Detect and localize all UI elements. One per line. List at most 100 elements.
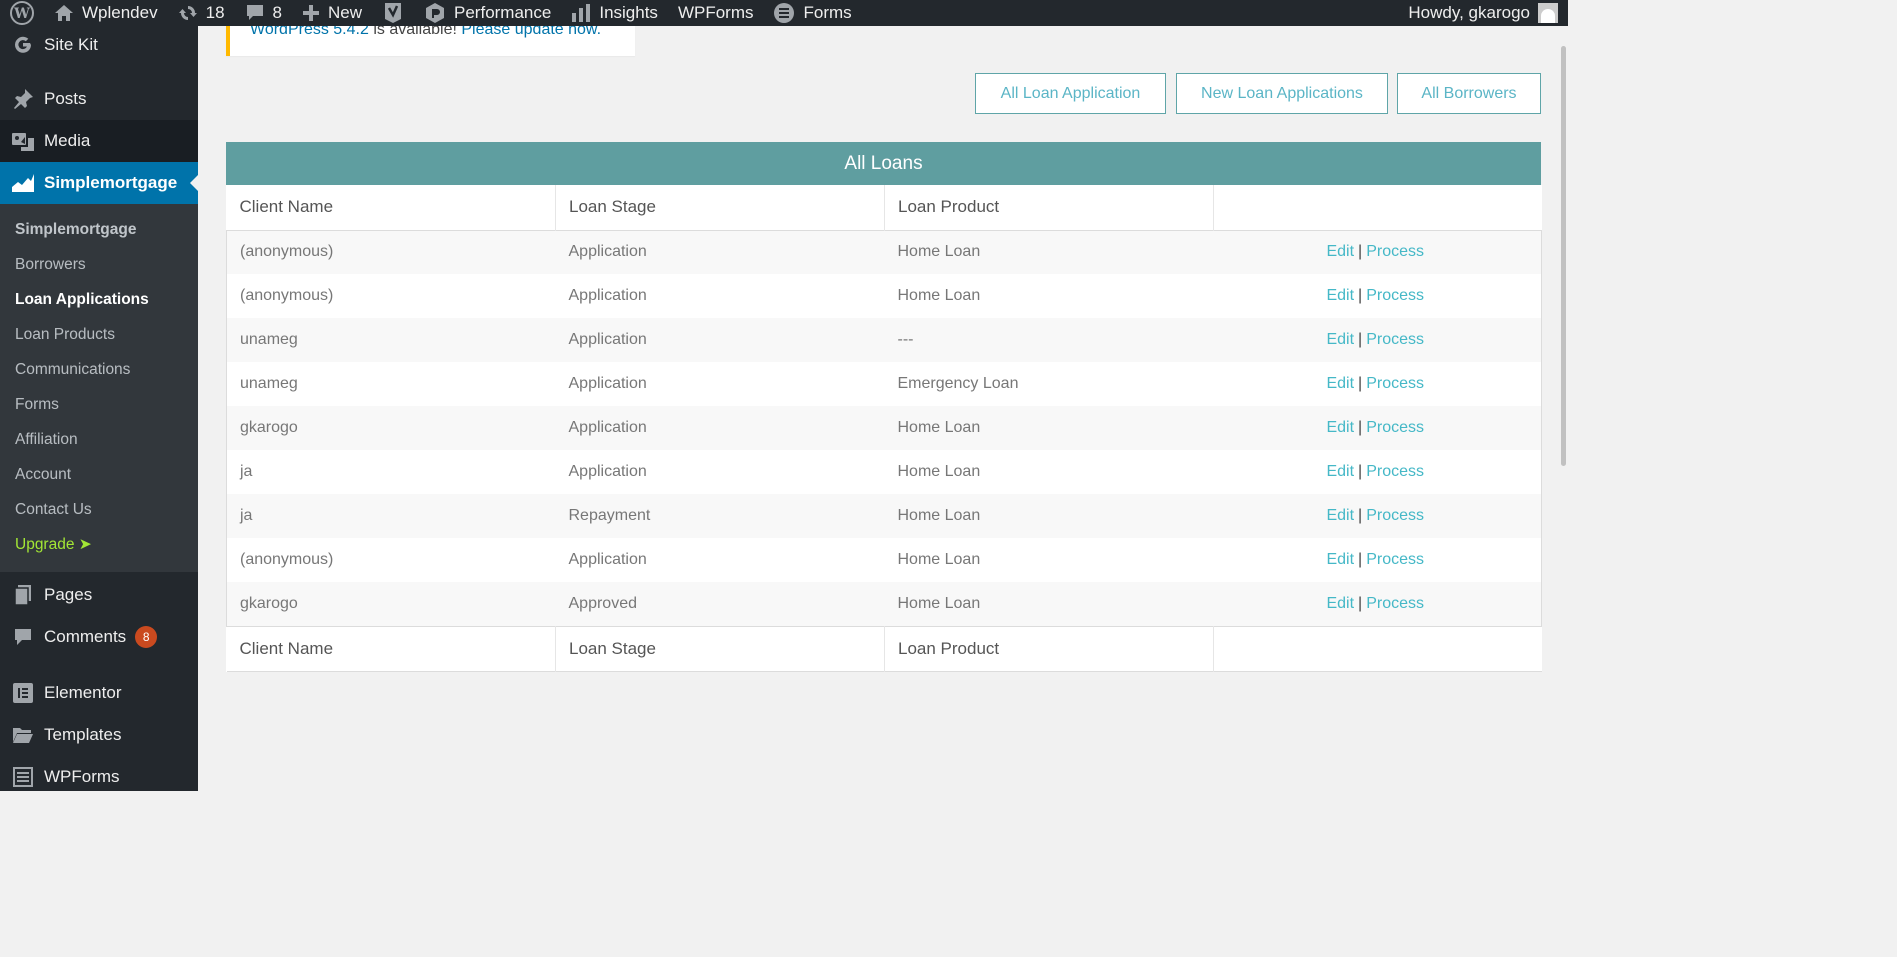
sidebar-label-posts: Posts [44, 89, 87, 108]
sidebar-item-posts[interactable]: Posts [0, 78, 198, 120]
table-row: gkarogo Application Home Loan Edit | Process [226, 406, 1542, 450]
process-link[interactable]: Process [1366, 287, 1424, 304]
loan-product-cell: Home Loan [897, 551, 981, 568]
wordpress-logo-button[interactable]: W [0, 0, 44, 26]
column-footer-actions [1214, 626, 1542, 671]
actions-cell: Edit | Process [1214, 274, 1542, 318]
actions-cell: Edit | Process [1214, 362, 1542, 406]
table-row: unameg Application --- Edit | Process [226, 318, 1542, 362]
edit-link[interactable]: Edit [1326, 419, 1354, 436]
sidebar-item-templates[interactable]: Templates [0, 714, 198, 756]
edit-link[interactable]: Edit [1326, 331, 1354, 348]
action-separator: | [1358, 375, 1363, 392]
pages-icon [14, 585, 31, 606]
table-row: unameg Application Emergency Loan Edit | Proc… [226, 362, 1542, 406]
sidebar-item-wpforms[interactable]: WPForms [0, 756, 198, 791]
sidebar-label-media: Media [44, 131, 91, 150]
edit-link[interactable]: Edit [1326, 463, 1354, 480]
google-g-icon [15, 36, 31, 53]
client-name-cell: unameg [240, 331, 298, 348]
wordpress-version-link[interactable]: WordPress 5.4.2 [250, 26, 369, 38]
comment-bubble-icon [246, 5, 263, 20]
edit-link[interactable]: Edit [1326, 507, 1354, 524]
loan-product-cell: Home Loan [897, 463, 981, 480]
submenu-item-contact-us[interactable]: Contact Us [0, 492, 198, 527]
sidebar-item-pages[interactable]: Pages [0, 574, 198, 616]
submenu-item-affiliation[interactable]: Affiliation [0, 422, 198, 457]
client-name-cell: (anonymous) [240, 551, 334, 568]
actions-cell: Edit | Process [1214, 406, 1542, 450]
loan-product-cell: --- [897, 331, 914, 348]
refresh-icon [178, 6, 197, 20]
table-footer-row: Client Name Loan Stage Loan Product [226, 626, 1542, 671]
sidebar-item-media[interactable]: Media [0, 120, 198, 162]
new-loan-applications-button[interactable]: New Loan Applications [1176, 73, 1388, 114]
column-header-loan-stage: Loan Stage [555, 185, 885, 230]
process-link[interactable]: Process [1366, 331, 1424, 348]
yoast-seo-link[interactable] [372, 0, 414, 26]
new-content-link[interactable]: New [292, 0, 372, 26]
forms-link[interactable]: Forms [763, 0, 861, 26]
submenu-item-borrowers[interactable]: Borrowers [0, 247, 198, 282]
pushpin-icon [14, 89, 33, 109]
performance-link[interactable]: Performance [414, 0, 561, 26]
client-name-cell: ja [240, 507, 253, 524]
all-borrowers-button[interactable]: All Borrowers [1397, 73, 1541, 114]
process-link[interactable]: Process [1366, 507, 1424, 524]
vertical-scrollbar[interactable] [1560, 26, 1568, 791]
all-loans-title: All Loans [226, 142, 1541, 185]
loan-stage-cell: Application [568, 331, 647, 348]
sidebar-item-elementor[interactable]: Elementor [0, 672, 198, 714]
site-name-link[interactable]: Wplendev [44, 0, 168, 26]
submenu-item-communications[interactable]: Communications [0, 352, 198, 387]
submenu-item-simplemortgage[interactable]: Simplemortgage [0, 212, 198, 247]
process-link[interactable]: Process [1366, 375, 1424, 392]
edit-link[interactable]: Edit [1326, 375, 1354, 392]
submenu-item-forms[interactable]: Forms [0, 387, 198, 422]
process-link[interactable]: Process [1366, 463, 1424, 480]
actions-cell: Edit | Process [1214, 494, 1542, 538]
edit-link[interactable]: Edit [1326, 243, 1354, 260]
sidebar-item-simplemortgage[interactable]: Simplemortgage [0, 162, 198, 204]
actions-cell: Edit | Process [1214, 538, 1542, 582]
elementor-icon [13, 683, 33, 703]
avatar [1538, 3, 1558, 23]
updates-link[interactable]: 18 [168, 0, 235, 26]
column-header-loan-product: Loan Product [884, 185, 1214, 230]
process-link[interactable]: Process [1366, 595, 1424, 612]
admin-sidebar: Site Kit Posts Media Simplemortgage Simp… [0, 26, 198, 791]
submenu-item-loan-applications[interactable]: Loan Applications [0, 282, 198, 317]
comments-badge: 8 [135, 626, 158, 648]
submenu-item-account[interactable]: Account [0, 457, 198, 492]
loan-stage-cell: Application [568, 243, 647, 261]
loan-stage-cell: Application [568, 375, 647, 392]
sidebar-label-wpforms: WPForms [44, 767, 120, 786]
table-row: (anonymous) Application Home Loan Edit | Proc… [226, 274, 1542, 318]
submenu-item-upgrade[interactable]: Upgrade ➤ [0, 527, 198, 562]
process-link[interactable]: Process [1366, 551, 1424, 568]
client-name-cell: ja [240, 463, 253, 480]
sidebar-item-comments[interactable]: Comments 8 [0, 616, 198, 658]
edit-link[interactable]: Edit [1326, 551, 1354, 568]
loan-stage-cell: Repayment [568, 507, 651, 524]
comments-link[interactable]: 8 [235, 0, 292, 26]
sidebar-label-templates: Templates [44, 725, 122, 744]
wpforms-link[interactable]: WPForms [668, 0, 764, 26]
edit-link[interactable]: Edit [1326, 287, 1354, 304]
sidebar-item-site-kit[interactable]: Site Kit [0, 26, 198, 64]
update-notice: WordPress 5.4.2 is available! Please upd… [226, 26, 635, 56]
bar-chart-icon [572, 4, 591, 22]
all-loan-application-button[interactable]: All Loan Application [975, 73, 1166, 114]
client-name-cell: gkarogo [240, 419, 298, 436]
update-now-link[interactable]: Please update now. [461, 26, 601, 38]
process-link[interactable]: Process [1366, 419, 1424, 436]
scrollbar-thumb[interactable] [1561, 46, 1566, 466]
performance-icon [426, 3, 445, 23]
edit-link[interactable]: Edit [1326, 595, 1354, 612]
submenu-item-loan-products[interactable]: Loan Products [0, 317, 198, 352]
svg-text:W: W [13, 6, 30, 22]
client-name-cell: (anonymous) [240, 287, 334, 304]
my-account-link[interactable]: Howdy, gkarogo [1408, 3, 1568, 23]
process-link[interactable]: Process [1366, 243, 1424, 260]
insights-link[interactable]: Insights [561, 0, 668, 26]
